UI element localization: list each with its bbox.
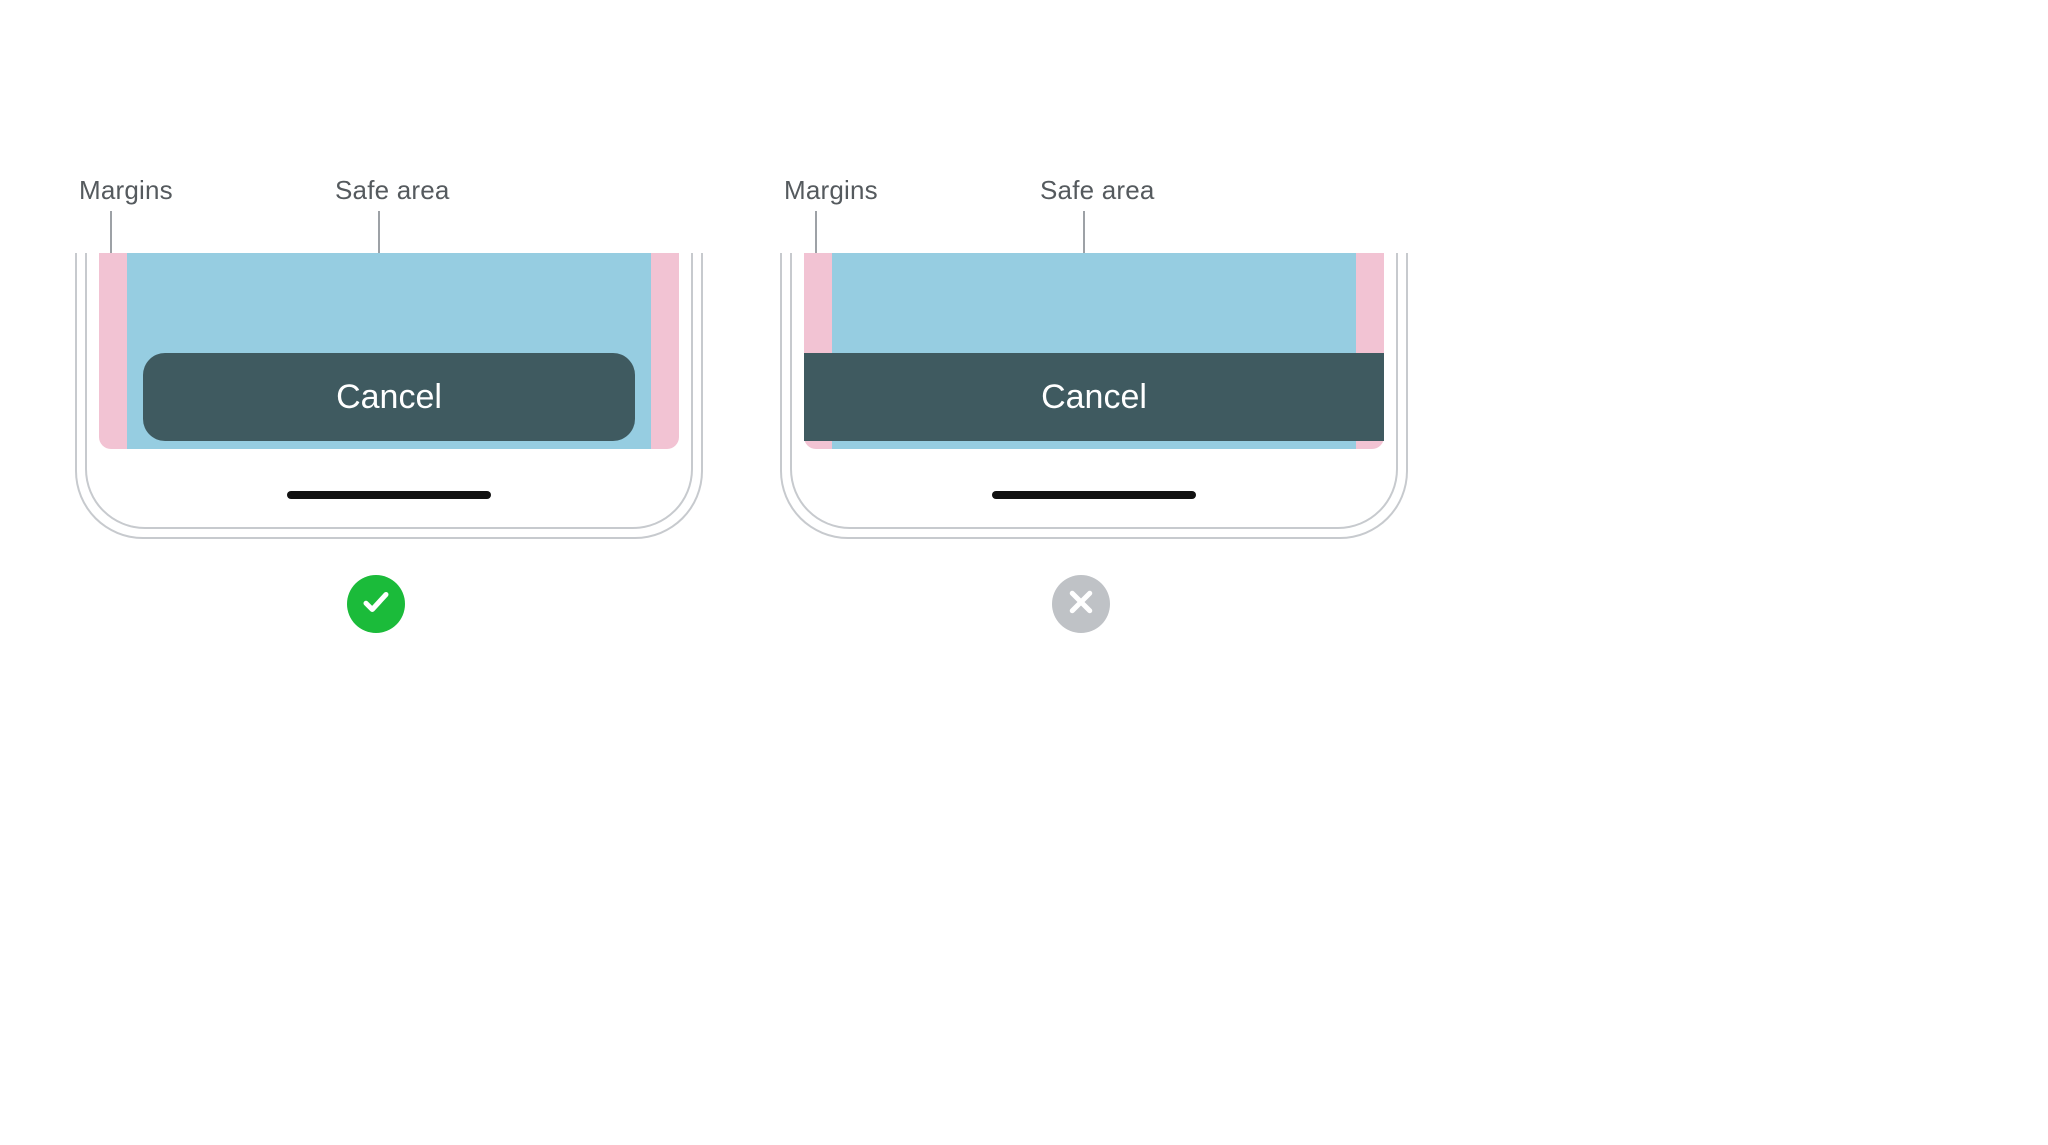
leader-line-margins [110,211,112,259]
close-icon [1066,587,1096,622]
leader-line-safearea [378,211,380,259]
callout-label-margins: Margins [784,175,878,206]
margin-region-right [651,253,679,449]
leader-line-margins [815,211,817,259]
home-indicator [992,491,1196,499]
status-badge-correct [347,575,405,633]
cancel-button[interactable]: Cancel [804,353,1384,441]
device-frame: Cancel [75,253,703,539]
example-good: Margins Safe area Cancel [75,175,775,539]
callout-label-safearea: Safe area [335,175,450,206]
example-bad: Margins Safe area Cancel [780,175,1480,539]
callout-label-safearea: Safe area [1040,175,1155,206]
margin-region-left [99,253,127,449]
cancel-button[interactable]: Cancel [143,353,635,441]
callout-row: Margins Safe area [75,175,703,253]
leader-line-safearea [1083,211,1085,259]
home-indicator [287,491,491,499]
callout-label-margins: Margins [79,175,173,206]
status-badge-incorrect [1052,575,1110,633]
checkmark-icon [361,587,391,622]
device-frame: Cancel [780,253,1408,539]
device-screen: Cancel [99,253,679,515]
callout-row: Margins Safe area [780,175,1408,253]
device-screen: Cancel [804,253,1384,515]
diagram-stage: Margins Safe area Cancel Margins Safe ar… [0,0,2048,1145]
